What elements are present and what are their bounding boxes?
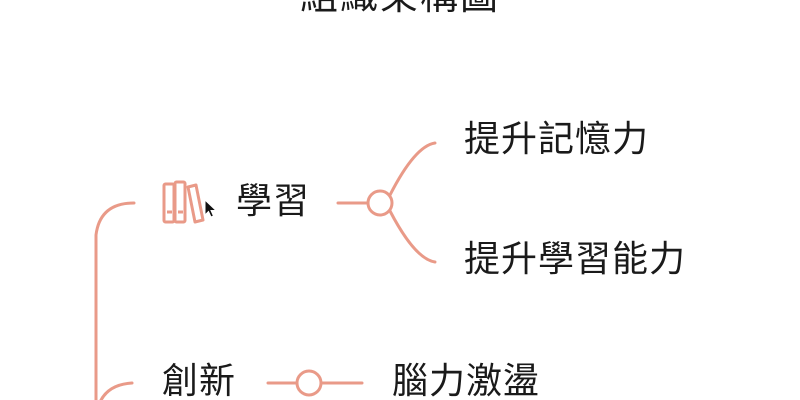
leaf-label-brainstorming[interactable]: 腦力激盪 xyxy=(392,360,540,400)
books-icon xyxy=(162,180,205,224)
learning-junction-node[interactable] xyxy=(366,189,394,217)
mind-map-canvas: 組織架構圖 學習 提升記憶力 提升學習能力 創新 腦力激盪 xyxy=(0,0,800,400)
trunk-connector xyxy=(94,201,136,400)
learning-connector-ability xyxy=(388,209,437,264)
branch-label-innovation[interactable]: 創新 xyxy=(162,360,236,400)
connector-lines xyxy=(94,141,437,400)
learning-connector-memory xyxy=(388,141,437,197)
leaf-label-improve-learning-ability[interactable]: 提升學習能力 xyxy=(464,238,686,282)
innovation-junction-node[interactable] xyxy=(295,369,323,397)
branch-label-learning[interactable]: 學習 xyxy=(236,180,310,224)
trunk-branch-innovation xyxy=(99,381,134,400)
mouse-pointer-icon xyxy=(204,199,218,218)
leaf-label-improve-memory[interactable]: 提升記憶力 xyxy=(464,118,649,162)
